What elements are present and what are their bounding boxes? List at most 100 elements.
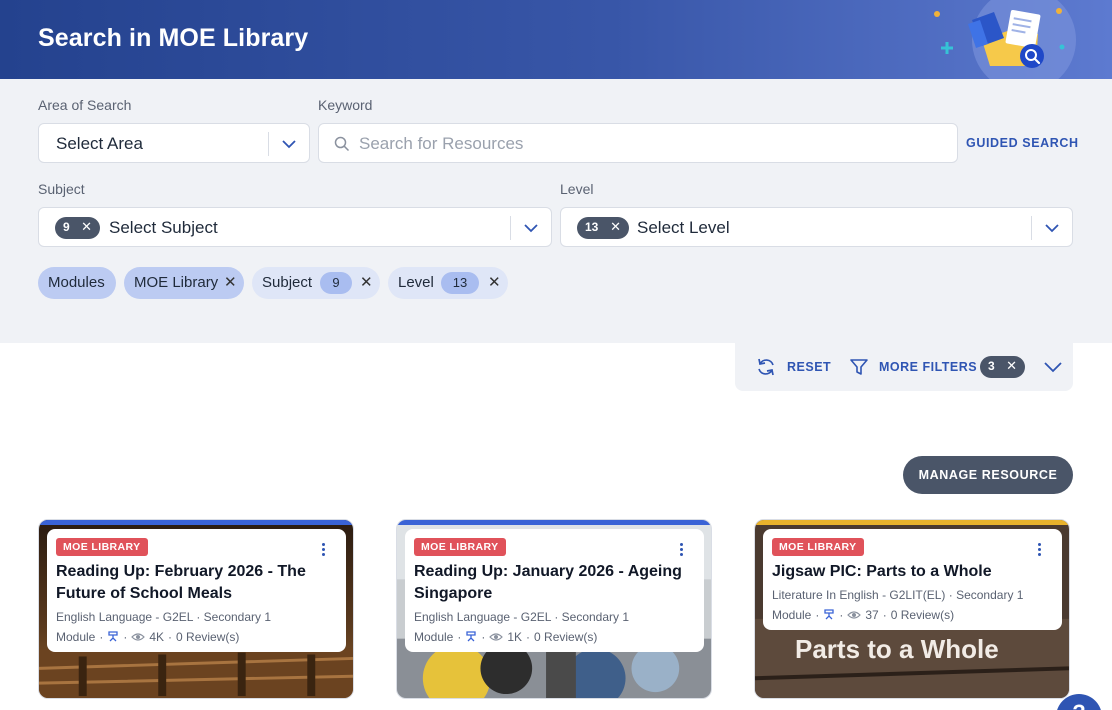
card-type: Module — [56, 630, 96, 644]
filter-count: 3 — [988, 359, 995, 373]
card-accent-bar — [755, 520, 1069, 525]
card-info: MOE LIBRARY Reading Up: February 2026 - … — [47, 529, 346, 652]
card-meta: English Language - G2EL · Secondary 1 — [56, 610, 272, 624]
more-options-icon[interactable] — [1034, 541, 1044, 561]
separator: · — [168, 630, 173, 644]
card-title[interactable]: Reading Up: February 2026 - The Future o… — [56, 561, 338, 605]
card-views: 4K — [149, 630, 165, 644]
reset-icon[interactable] — [755, 356, 777, 378]
separator: · — [815, 608, 820, 622]
search-icon — [334, 136, 350, 152]
card-reviews: 0 Review(s) — [890, 608, 955, 622]
card-type: Module — [414, 630, 454, 644]
library-illustration-icon — [934, 0, 1076, 79]
card-stats: Module · · 4K · 0 Review(s) — [56, 630, 338, 644]
subject-select[interactable]: 9 ✕ Select Subject — [38, 207, 552, 247]
subject-count-badge[interactable]: 9 ✕ — [55, 217, 100, 239]
card-meta: English Language - G2EL · Secondary 1 — [414, 610, 630, 624]
chip-moe-library[interactable]: MOE Library ✕ — [124, 267, 244, 299]
separator: · — [99, 630, 104, 644]
hierarchy-icon — [824, 609, 835, 620]
filter-toolbar: RESET MORE FILTERS 3 ✕ — [735, 343, 1073, 391]
chip-label: Subject — [262, 274, 313, 291]
card-tag: MOE LIBRARY — [414, 538, 506, 556]
card-tag: MOE LIBRARY — [56, 538, 148, 556]
keyword-label: Keyword — [318, 97, 373, 113]
resource-card[interactable]: MOE LIBRARY Reading Up: January 2026 - A… — [396, 519, 712, 699]
subject-count: 9 — [63, 220, 70, 234]
remove-chip-icon[interactable]: ✕ — [360, 273, 373, 291]
card-accent-bar — [39, 520, 353, 525]
card-image-caption: Parts to a Whole — [795, 634, 999, 664]
chip-label: MOE Library — [134, 274, 219, 291]
select-divider — [268, 132, 269, 156]
card-reviews: 0 Review(s) — [176, 630, 240, 644]
card-title[interactable]: Jigsaw PIC: Parts to a Whole — [772, 561, 1054, 583]
chip-modules[interactable]: Modules — [38, 267, 116, 299]
resource-card[interactable]: MOE LIBRARY Reading Up: February 2026 - … — [38, 519, 354, 699]
level-count-badge[interactable]: 13 ✕ — [577, 217, 629, 239]
card-stats: Module · · 37 · 0 Review(s) — [772, 608, 1054, 622]
chevron-down-icon[interactable] — [1043, 219, 1061, 237]
keyword-search-input[interactable]: Search for Resources — [318, 123, 958, 163]
reset-button[interactable]: RESET — [787, 360, 831, 374]
clear-icon[interactable]: ✕ — [1006, 358, 1017, 374]
level-count: 13 — [585, 220, 599, 234]
more-options-icon[interactable] — [318, 541, 328, 561]
filter-icon[interactable] — [849, 357, 869, 377]
page-header: Search in MOE Library — [0, 0, 1112, 79]
chip-level[interactable]: Level 13 ✕ — [388, 267, 508, 299]
chip-subject[interactable]: Subject 9 ✕ — [252, 267, 380, 299]
chevron-down-icon[interactable] — [280, 135, 298, 153]
select-divider — [1031, 216, 1032, 240]
chevron-down-icon[interactable] — [1043, 358, 1063, 376]
hierarchy-icon — [108, 631, 119, 642]
card-title[interactable]: Reading Up: January 2026 - Ageing Singap… — [414, 561, 696, 605]
chevron-down-icon[interactable] — [522, 219, 540, 237]
level-label: Level — [560, 181, 594, 197]
card-tag: MOE LIBRARY — [772, 538, 864, 556]
eye-icon — [489, 633, 504, 641]
separator: · — [526, 630, 531, 644]
chip-count: 13 — [441, 272, 479, 294]
area-select-value: Select Area — [56, 134, 143, 153]
chip-count: 9 — [320, 272, 352, 294]
eye-icon — [847, 611, 862, 619]
separator: · — [457, 630, 462, 644]
card-accent-bar — [397, 520, 711, 525]
remove-chip-icon[interactable]: ✕ — [488, 273, 501, 291]
area-label: Area of Search — [38, 97, 132, 113]
eye-icon — [131, 633, 146, 641]
chip-label: Level — [398, 274, 434, 291]
card-info: MOE LIBRARY Jigsaw PIC: Parts to a Whole… — [763, 529, 1062, 630]
card-reviews: 0 Review(s) — [534, 630, 598, 644]
card-type: Module — [772, 608, 812, 622]
separator: · — [882, 608, 887, 622]
area-select[interactable]: Select Area — [38, 123, 310, 163]
card-info: MOE LIBRARY Reading Up: January 2026 - A… — [405, 529, 704, 652]
level-select[interactable]: 13 ✕ Select Level — [560, 207, 1073, 247]
card-views: 1K — [507, 630, 523, 644]
hierarchy-icon — [466, 631, 477, 642]
separator: · — [839, 608, 844, 622]
more-options-icon[interactable] — [676, 541, 686, 561]
page-title: Search in MOE Library — [38, 24, 309, 52]
more-filters-button[interactable]: MORE FILTERS — [879, 360, 977, 374]
card-views: 37 — [865, 608, 879, 622]
more-filters-count-badge[interactable]: 3 ✕ — [980, 356, 1025, 378]
guided-search-link[interactable]: GUIDED SEARCH — [966, 136, 1079, 150]
manage-resource-button[interactable]: MANAGE RESOURCE — [903, 456, 1073, 494]
card-stats: Module · · 1K · 0 Review(s) — [414, 630, 696, 644]
subject-select-value: Select Subject — [109, 218, 218, 237]
select-divider — [510, 216, 511, 240]
separator: · — [481, 630, 486, 644]
filter-panel: Area of Search Select Area Keyword Searc… — [0, 79, 1112, 343]
clear-icon[interactable]: ✕ — [81, 219, 92, 235]
separator: · — [123, 630, 128, 644]
search-placeholder: Search for Resources — [359, 134, 524, 153]
resource-card[interactable]: Parts to a Whole MOE LIBRARY Jigsaw PIC:… — [754, 519, 1070, 699]
chip-label: Modules — [48, 274, 105, 291]
clear-icon[interactable]: ✕ — [610, 219, 621, 235]
remove-chip-icon[interactable]: ✕ — [224, 273, 237, 291]
level-select-value: Select Level — [637, 218, 730, 237]
